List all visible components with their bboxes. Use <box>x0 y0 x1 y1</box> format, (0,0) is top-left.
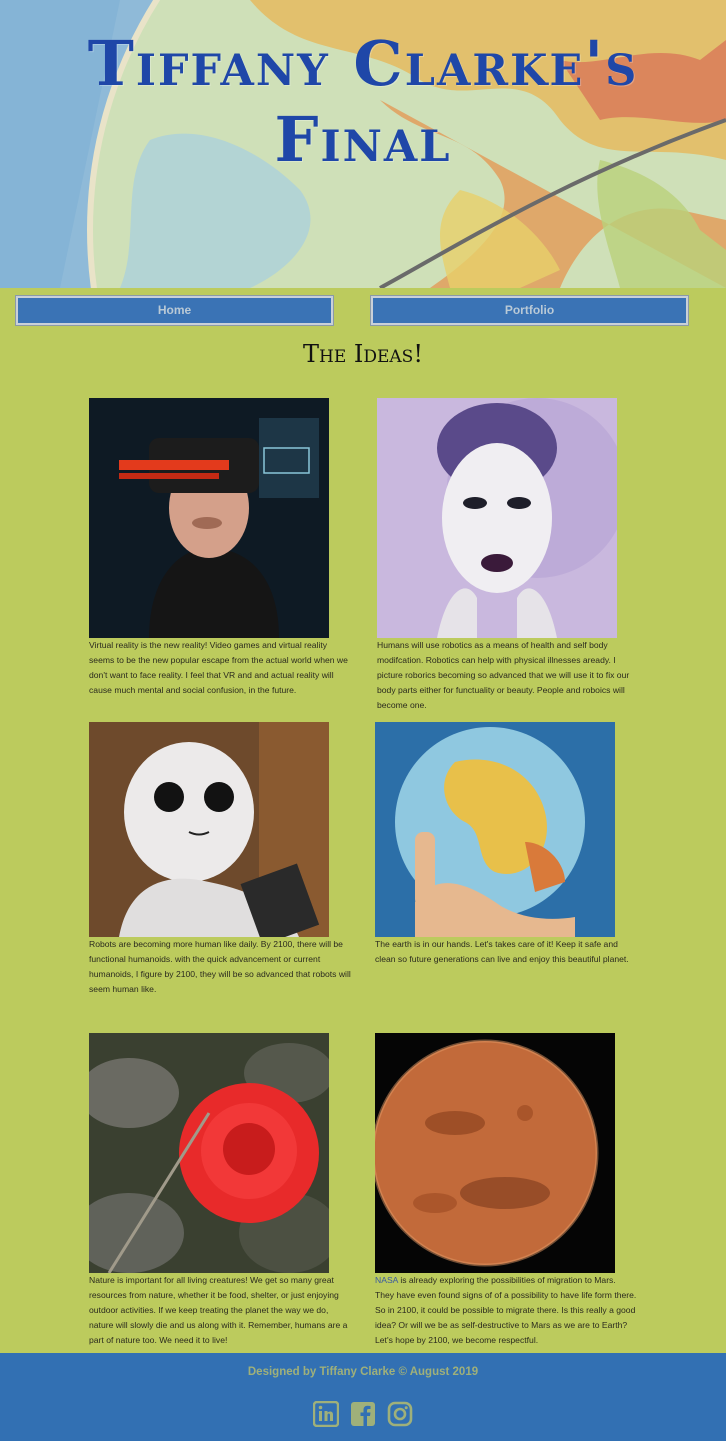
idea-caption: The earth is in our hands. Let's takes c… <box>375 939 629 964</box>
idea-card-humanoid: Robots are becoming more human like dail… <box>89 722 351 997</box>
nav-portfolio-button[interactable]: Portfolio <box>370 295 689 326</box>
idea-card-vr: Virtual reality is the new reality! Vide… <box>89 398 348 698</box>
header-banner: Tiffany Clarke's Final <box>0 0 726 288</box>
nasa-link[interactable]: NASA <box>375 1275 398 1285</box>
robot-woman-photo <box>377 398 617 638</box>
section-title: The Ideas! <box>303 340 423 368</box>
idea-caption: Robots are becoming more human like dail… <box>89 939 351 994</box>
idea-card-earth: The earth is in our hands. Let's takes c… <box>375 722 633 967</box>
red-flower-photo <box>89 1033 329 1273</box>
page-title: Tiffany Clarke's Final <box>87 27 639 176</box>
facebook-icon[interactable] <box>350 1401 376 1427</box>
idea-caption: NASA is already exploring the possibilit… <box>375 1273 637 1348</box>
linkedin-icon[interactable] <box>313 1401 339 1427</box>
humanoid-robot-photo <box>89 722 329 937</box>
footer: Designed by Tiffany Clarke © August 2019 <box>0 1353 726 1441</box>
idea-caption-text: is already exploring the possibilities o… <box>375 1275 637 1345</box>
idea-card-robotics: Humans will use robotics as a means of h… <box>377 398 635 713</box>
idea-caption: Humans will use robotics as a means of h… <box>377 640 630 710</box>
idea-card-mars: NASA is already exploring the possibilit… <box>375 1033 636 1348</box>
mars-photo <box>375 1033 615 1273</box>
vr-headset-photo <box>89 398 329 638</box>
idea-caption: Nature is important for all living creat… <box>89 1275 348 1345</box>
instagram-icon[interactable] <box>387 1401 413 1427</box>
globe-in-hand-photo <box>375 722 615 937</box>
nav-home-button[interactable]: Home <box>15 295 334 326</box>
footer-credit: Designed by Tiffany Clarke © August 2019 <box>247 1366 479 1378</box>
idea-caption: Virtual reality is the new reality! Vide… <box>89 640 348 695</box>
idea-card-nature: Nature is important for all living creat… <box>89 1033 347 1348</box>
